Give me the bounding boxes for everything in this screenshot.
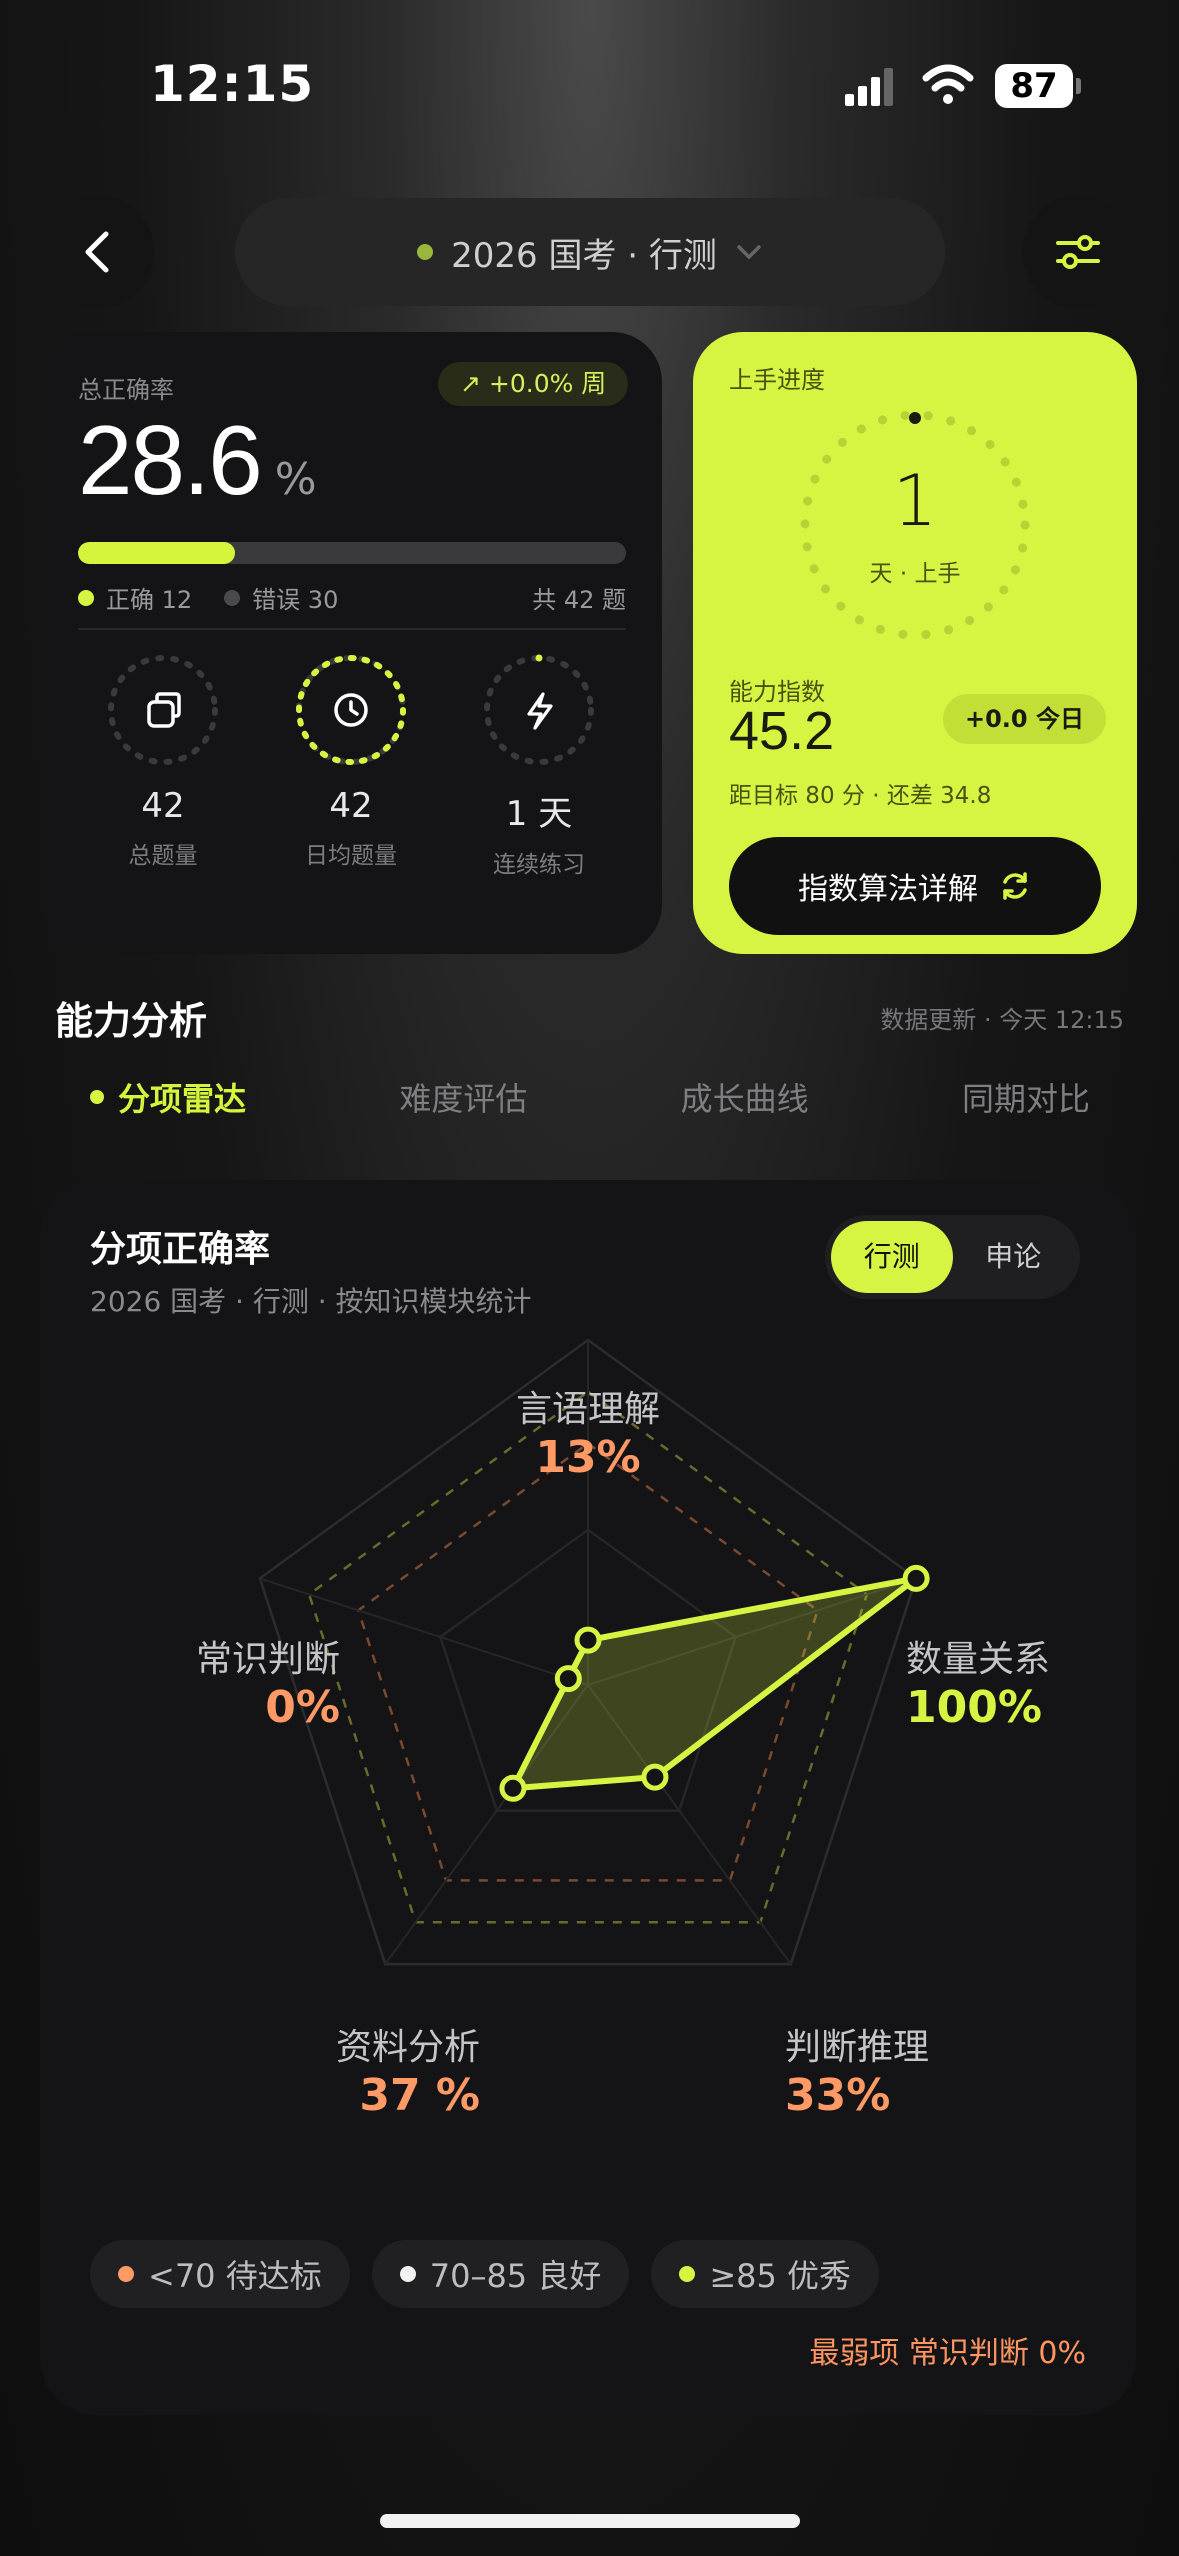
exam-title: 2026 国考 · 行测 — [451, 235, 717, 276]
radar-label-data: 资料分析 37 % — [230, 2018, 480, 2121]
radar-label-logic: 判断推理 33% — [785, 2018, 929, 2121]
analysis-title: 能力分析 — [55, 999, 208, 1043]
algorithm-button-label: 指数算法详解 — [798, 872, 978, 907]
legend-below-70-label: <70 待达标 — [148, 2257, 322, 2295]
radar-label-verbal-name: 言语理解 — [515, 1389, 660, 1430]
stat-daily-value: 42 — [329, 786, 373, 826]
tab-radar[interactable]: 分项雷达 — [90, 1074, 246, 1120]
ability-value: 45.2 — [729, 701, 835, 761]
legend-pills: <70 待达标 70–85 良好 ≥85 优秀 — [90, 2240, 880, 2308]
correct-dot — [78, 589, 94, 606]
tab-difficulty[interactable]: 难度评估 — [399, 1074, 527, 1120]
sliders-icon — [1056, 235, 1100, 269]
back-button[interactable] — [42, 196, 154, 308]
divider — [78, 628, 626, 630]
stat-total: 42 总题量 — [78, 652, 248, 870]
legend-dot — [118, 2266, 134, 2282]
analysis-tabs: 分项雷达 难度评估 成长曲线 同期对比 — [40, 1074, 1140, 1120]
accuracy-value: 28.6 — [78, 405, 263, 515]
stat-total-label: 总题量 — [128, 843, 198, 869]
stat-daily-label: 日均题量 — [305, 843, 397, 869]
filter-button[interactable] — [1022, 196, 1134, 308]
stat-streak-label: 连续练习 — [493, 852, 585, 878]
analysis-updated: 数据更新 · 今天 12:15 — [880, 1006, 1124, 1034]
radar-label-quant-name: 数量关系 — [906, 1639, 1051, 1680]
active-tab-dot — [90, 1090, 104, 1104]
target-text: 距目标 80 分 · 还差 34.8 — [729, 783, 992, 809]
accuracy-progress-fill — [78, 542, 235, 564]
accuracy-label: 总正确率 — [78, 376, 174, 404]
status-time: 12:15 — [150, 55, 315, 113]
total-count: 共 42 题 — [532, 586, 626, 614]
accuracy-progress-bar — [78, 542, 626, 564]
onboarding-card: 上手进度 1 天 · 上手 能力指数 45.2 +0.0 今日 距目标 80 分… — [693, 332, 1137, 954]
week-change-badge: ↗ +0.0% 周 — [438, 362, 629, 406]
radar-point-4 — [554, 1665, 582, 1693]
radar-label-logic-value: 33% — [785, 2070, 891, 2121]
radar-label-data-name: 资料分析 — [335, 2027, 480, 2068]
chevron-left-icon — [85, 231, 109, 273]
refresh-icon — [1003, 872, 1027, 900]
radar-label-data-value: 37 % — [359, 2070, 480, 2121]
tab-radar-label: 分项雷达 — [118, 1080, 247, 1118]
wrong-count: 错误 30 — [252, 586, 339, 614]
tab-comparison[interactable]: 同期对比 — [962, 1074, 1090, 1120]
today-change-badge: +0.0 今日 — [943, 694, 1106, 744]
legend-below-70: <70 待达标 — [90, 2240, 350, 2308]
radar-label-quant: 数量关系 100% — [906, 1630, 1050, 1733]
status-dot — [417, 244, 434, 260]
legend-dot — [399, 2266, 416, 2282]
clock-icon — [296, 655, 406, 765]
radar-point-2 — [641, 1763, 669, 1791]
chevron-down-icon — [737, 245, 761, 260]
radar-label-logic-name: 判断推理 — [785, 2027, 930, 2068]
accuracy-unit: % — [274, 454, 317, 505]
radar-label-quant-value: 100% — [906, 1682, 1042, 1733]
accuracy-legend: 正确 12 错误 30 共 42 题 — [78, 580, 626, 615]
algorithm-detail-button[interactable]: 指数算法详解 — [729, 837, 1101, 935]
weakest-item: 最弱项 常识判断 0% — [809, 2336, 1086, 2371]
wrong-dot — [224, 589, 241, 606]
radar-label-common: 常识判断 0% — [100, 1630, 340, 1733]
radar-point-3 — [499, 1774, 527, 1802]
wifi-icon — [922, 64, 974, 104]
onboarding-days: 1 — [892, 460, 938, 542]
home-indicator[interactable] — [380, 2514, 800, 2528]
tab-growth[interactable]: 成长曲线 — [681, 1074, 809, 1120]
stat-total-value: 42 — [141, 786, 185, 826]
radar-label-common-value: 0% — [265, 1682, 340, 1733]
radar-label-common-name: 常识判断 — [195, 1639, 340, 1680]
onboarding-label: 上手进度 — [729, 366, 825, 394]
signal-icon — [845, 68, 893, 106]
radar-point-0 — [574, 1626, 602, 1654]
accuracy-card: 总正确率 ↗ +0.0% 周 28.6 % 正确 12 错误 30 共 42 题… — [40, 332, 662, 954]
correct-count: 正确 12 — [106, 586, 193, 614]
legend-good-label: 70–85 良好 — [429, 2257, 602, 2295]
onboarding-sub: 天 · 上手 — [869, 561, 961, 587]
stat-streak-value: 1 天 — [505, 794, 573, 834]
legend-good: 70–85 良好 — [371, 2240, 630, 2308]
exam-selector[interactable]: 2026 国考 · 行测 — [235, 198, 945, 306]
radar-label-verbal-value: 13% — [535, 1432, 641, 1483]
battery-indicator: 87 — [995, 64, 1081, 108]
legend-excellent-label: ≥85 优秀 — [709, 2257, 852, 2295]
bolt-icon — [484, 654, 594, 765]
radar-point-1 — [902, 1564, 930, 1592]
legend-dot — [679, 2266, 696, 2282]
copy-icon — [108, 655, 218, 765]
radar-card: 分项正确率 2026 国考 · 行测 · 按知识模块统计 行测 申论 言语理解 … — [40, 1180, 1136, 2415]
stat-daily: 42 日均题量 — [266, 652, 436, 870]
radar-label-verbal: 言语理解 13% — [478, 1380, 698, 1483]
legend-excellent: ≥85 优秀 — [651, 2240, 880, 2308]
stat-streak: 1 天 连续练习 — [454, 652, 624, 879]
